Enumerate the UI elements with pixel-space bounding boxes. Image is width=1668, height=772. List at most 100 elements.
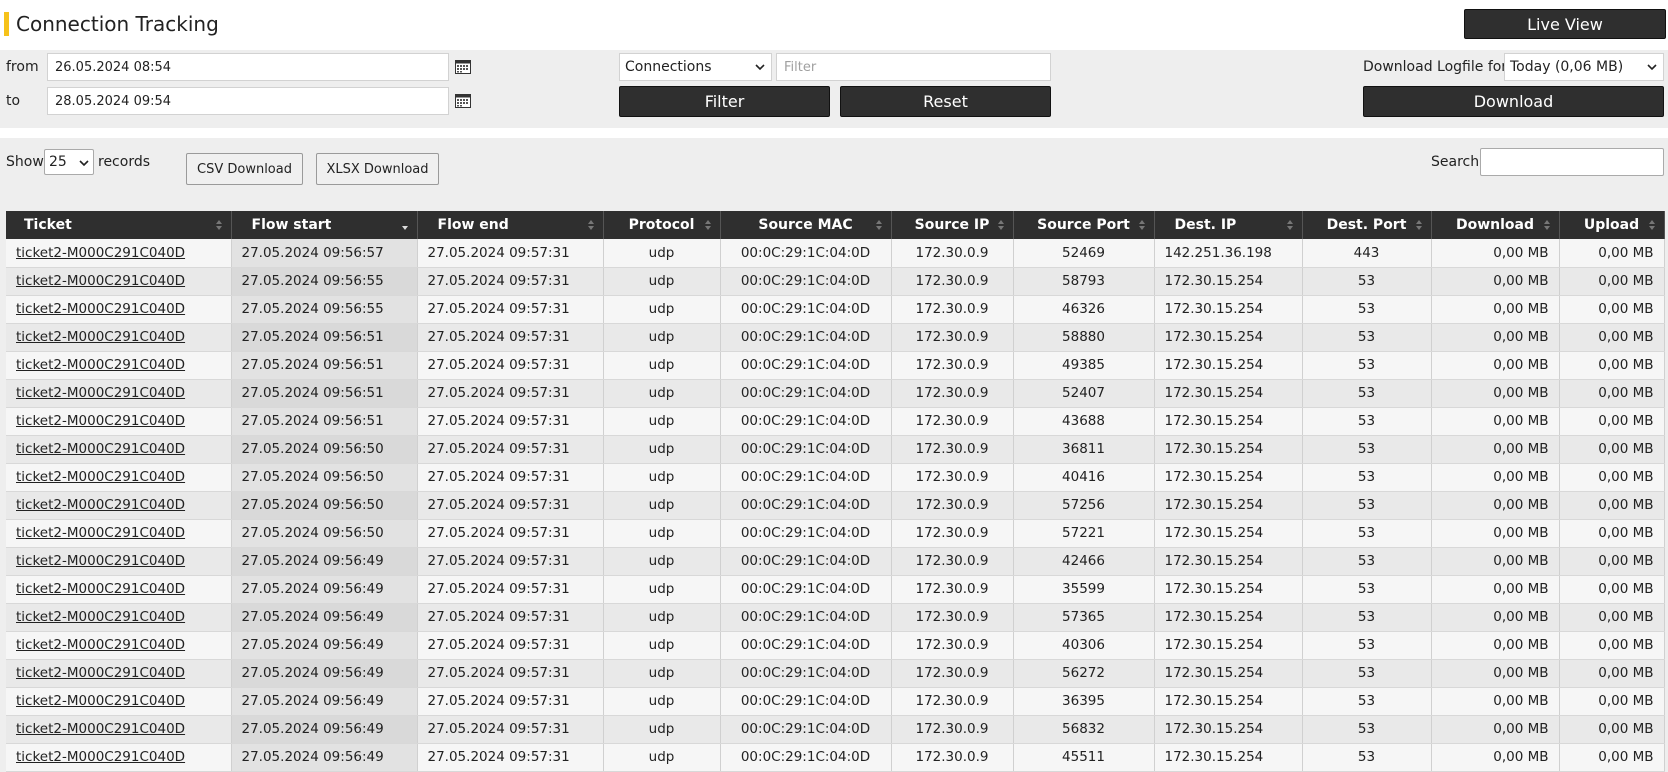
filter-button[interactable]: Filter [619, 86, 830, 117]
column-header-download[interactable]: Download [1431, 211, 1560, 239]
ticket-link[interactable]: ticket2-M000C291C040D [16, 357, 185, 373]
filter-panel: from 26.05.2024 08:54 to 28.05.2024 09:5… [0, 50, 1668, 128]
table-row[interactable]: ticket2-M000C291C040D 27.05.2024 09:56:50… [6, 463, 1665, 492]
table-row[interactable]: ticket2-M000C291C040D 27.05.2024 09:56:51… [6, 323, 1665, 352]
column-header-source-port[interactable]: Source Port [1013, 211, 1155, 239]
flow-start-cell: 27.05.2024 09:56:57 [231, 239, 418, 268]
ticket-link[interactable]: ticket2-M000C291C040D [16, 693, 185, 709]
source-mac-cell: 00:0C:29:1C:04:0D [720, 267, 892, 296]
protocol-cell: udp [603, 407, 721, 436]
ticket-link[interactable]: ticket2-M000C291C040D [16, 413, 185, 429]
ticket-link[interactable]: ticket2-M000C291C040D [16, 525, 185, 541]
calendar-icon[interactable] [455, 60, 471, 74]
column-header-protocol[interactable]: Protocol [603, 211, 721, 239]
dest-port-cell: 53 [1302, 491, 1432, 520]
table-row[interactable]: ticket2-M000C291C040D 27.05.2024 09:56:49… [6, 715, 1665, 744]
dest-ip-cell: 172.30.15.254 [1154, 295, 1303, 324]
ticket-link[interactable]: ticket2-M000C291C040D [16, 553, 185, 569]
ticket-link[interactable]: ticket2-M000C291C040D [16, 441, 185, 457]
table-row[interactable]: ticket2-M000C291C040D 27.05.2024 09:56:50… [6, 519, 1665, 548]
ticket-link[interactable]: ticket2-M000C291C040D [16, 385, 185, 401]
ticket-cell: ticket2-M000C291C040D [6, 631, 232, 660]
csv-download-button[interactable]: CSV Download [186, 153, 303, 185]
logfile-select[interactable]: Today (0,06 MB) [1504, 53, 1664, 81]
ticket-link[interactable]: ticket2-M000C291C040D [16, 721, 185, 737]
dest-ip-cell: 172.30.15.254 [1154, 379, 1303, 408]
source-ip-cell: 172.30.0.9 [891, 295, 1014, 324]
dest-ip-cell: 172.30.15.254 [1154, 351, 1303, 380]
column-header-flow-end[interactable]: Flow end [417, 211, 604, 239]
source-mac-cell: 00:0C:29:1C:04:0D [720, 491, 892, 520]
table-row[interactable]: ticket2-M000C291C040D 27.05.2024 09:56:49… [6, 603, 1665, 632]
source-port-cell: 56272 [1013, 659, 1155, 688]
ticket-link[interactable]: ticket2-M000C291C040D [16, 273, 185, 289]
table-row[interactable]: ticket2-M000C291C040D 27.05.2024 09:56:49… [6, 687, 1665, 716]
filter-input[interactable]: Filter [776, 53, 1051, 81]
column-header-dest-port[interactable]: Dest. Port [1302, 211, 1432, 239]
download-cell: 0,00 MB [1431, 295, 1560, 324]
source-port-cell: 42466 [1013, 547, 1155, 576]
table-row[interactable]: ticket2-M000C291C040D 27.05.2024 09:56:49… [6, 743, 1665, 772]
source-port-cell: 45511 [1013, 743, 1155, 772]
filter-input-placeholder: Filter [784, 59, 817, 75]
table-row[interactable]: ticket2-M000C291C040D 27.05.2024 09:56:57… [6, 239, 1665, 268]
table-row[interactable]: ticket2-M000C291C040D 27.05.2024 09:56:49… [6, 659, 1665, 688]
ticket-link[interactable]: ticket2-M000C291C040D [16, 301, 185, 317]
column-header-upload[interactable]: Upload [1559, 211, 1665, 239]
from-date-input[interactable]: 26.05.2024 08:54 [47, 53, 449, 81]
source-port-cell: 52469 [1013, 239, 1155, 268]
table-row[interactable]: ticket2-M000C291C040D 27.05.2024 09:56:50… [6, 491, 1665, 520]
table-row[interactable]: ticket2-M000C291C040D 27.05.2024 09:56:55… [6, 267, 1665, 296]
download-button[interactable]: Download [1363, 86, 1664, 117]
flow-start-cell: 27.05.2024 09:56:50 [231, 519, 418, 548]
table-row[interactable]: ticket2-M000C291C040D 27.05.2024 09:56:49… [6, 547, 1665, 576]
table-row[interactable]: ticket2-M000C291C040D 27.05.2024 09:56:49… [6, 631, 1665, 660]
flow-start-cell: 27.05.2024 09:56:49 [231, 715, 418, 744]
to-date-input[interactable]: 28.05.2024 09:54 [47, 87, 449, 115]
table-row[interactable]: ticket2-M000C291C040D 27.05.2024 09:56:51… [6, 407, 1665, 436]
ticket-link[interactable]: ticket2-M000C291C040D [16, 329, 185, 345]
ticket-link[interactable]: ticket2-M000C291C040D [16, 581, 185, 597]
source-ip-cell: 172.30.0.9 [891, 659, 1014, 688]
download-cell: 0,00 MB [1431, 379, 1560, 408]
dest-port-cell: 53 [1302, 715, 1432, 744]
source-ip-cell: 172.30.0.9 [891, 743, 1014, 772]
flow-end-cell: 27.05.2024 09:57:31 [417, 659, 604, 688]
ticket-cell: ticket2-M000C291C040D [6, 267, 232, 296]
ticket-link[interactable]: ticket2-M000C291C040D [16, 665, 185, 681]
table-header-row: Ticket Flow start Flow end Protocol Sour… [6, 211, 1665, 239]
ticket-link[interactable]: ticket2-M000C291C040D [16, 245, 185, 261]
calendar-icon[interactable] [455, 94, 471, 108]
ticket-link[interactable]: ticket2-M000C291C040D [16, 637, 185, 653]
column-header-flow-start[interactable]: Flow start [231, 211, 418, 239]
from-label: from [6, 59, 39, 75]
table-row[interactable]: ticket2-M000C291C040D 27.05.2024 09:56:49… [6, 575, 1665, 604]
source-ip-cell: 172.30.0.9 [891, 407, 1014, 436]
column-header-ticket[interactable]: Ticket [6, 211, 232, 239]
column-header-source-ip[interactable]: Source IP [891, 211, 1014, 239]
ticket-link[interactable]: ticket2-M000C291C040D [16, 497, 185, 513]
ticket-link[interactable]: ticket2-M000C291C040D [16, 749, 185, 765]
column-header-dest-ip[interactable]: Dest. IP [1154, 211, 1303, 239]
download-cell: 0,00 MB [1431, 575, 1560, 604]
ticket-link[interactable]: ticket2-M000C291C040D [16, 469, 185, 485]
records-per-page-select[interactable]: 25 [44, 149, 94, 175]
source-ip-cell: 172.30.0.9 [891, 715, 1014, 744]
table-row[interactable]: ticket2-M000C291C040D 27.05.2024 09:56:51… [6, 351, 1665, 380]
table-row[interactable]: ticket2-M000C291C040D 27.05.2024 09:56:51… [6, 379, 1665, 408]
reset-button[interactable]: Reset [840, 86, 1051, 117]
source-mac-cell: 00:0C:29:1C:04:0D [720, 323, 892, 352]
table-row[interactable]: ticket2-M000C291C040D 27.05.2024 09:56:55… [6, 295, 1665, 324]
protocol-cell: udp [603, 351, 721, 380]
column-header-source-mac[interactable]: Source MAC [720, 211, 892, 239]
xlsx-download-button[interactable]: XLSX Download [316, 153, 439, 185]
type-select[interactable]: Connections [619, 53, 772, 81]
table-row[interactable]: ticket2-M000C291C040D 27.05.2024 09:56:50… [6, 435, 1665, 464]
live-view-button[interactable]: Live View [1464, 9, 1666, 39]
ticket-link[interactable]: ticket2-M000C291C040D [16, 609, 185, 625]
page-title: Connection Tracking [16, 12, 219, 36]
protocol-cell: udp [603, 267, 721, 296]
ticket-cell: ticket2-M000C291C040D [6, 687, 232, 716]
search-input[interactable] [1480, 148, 1664, 176]
flow-end-cell: 27.05.2024 09:57:31 [417, 491, 604, 520]
